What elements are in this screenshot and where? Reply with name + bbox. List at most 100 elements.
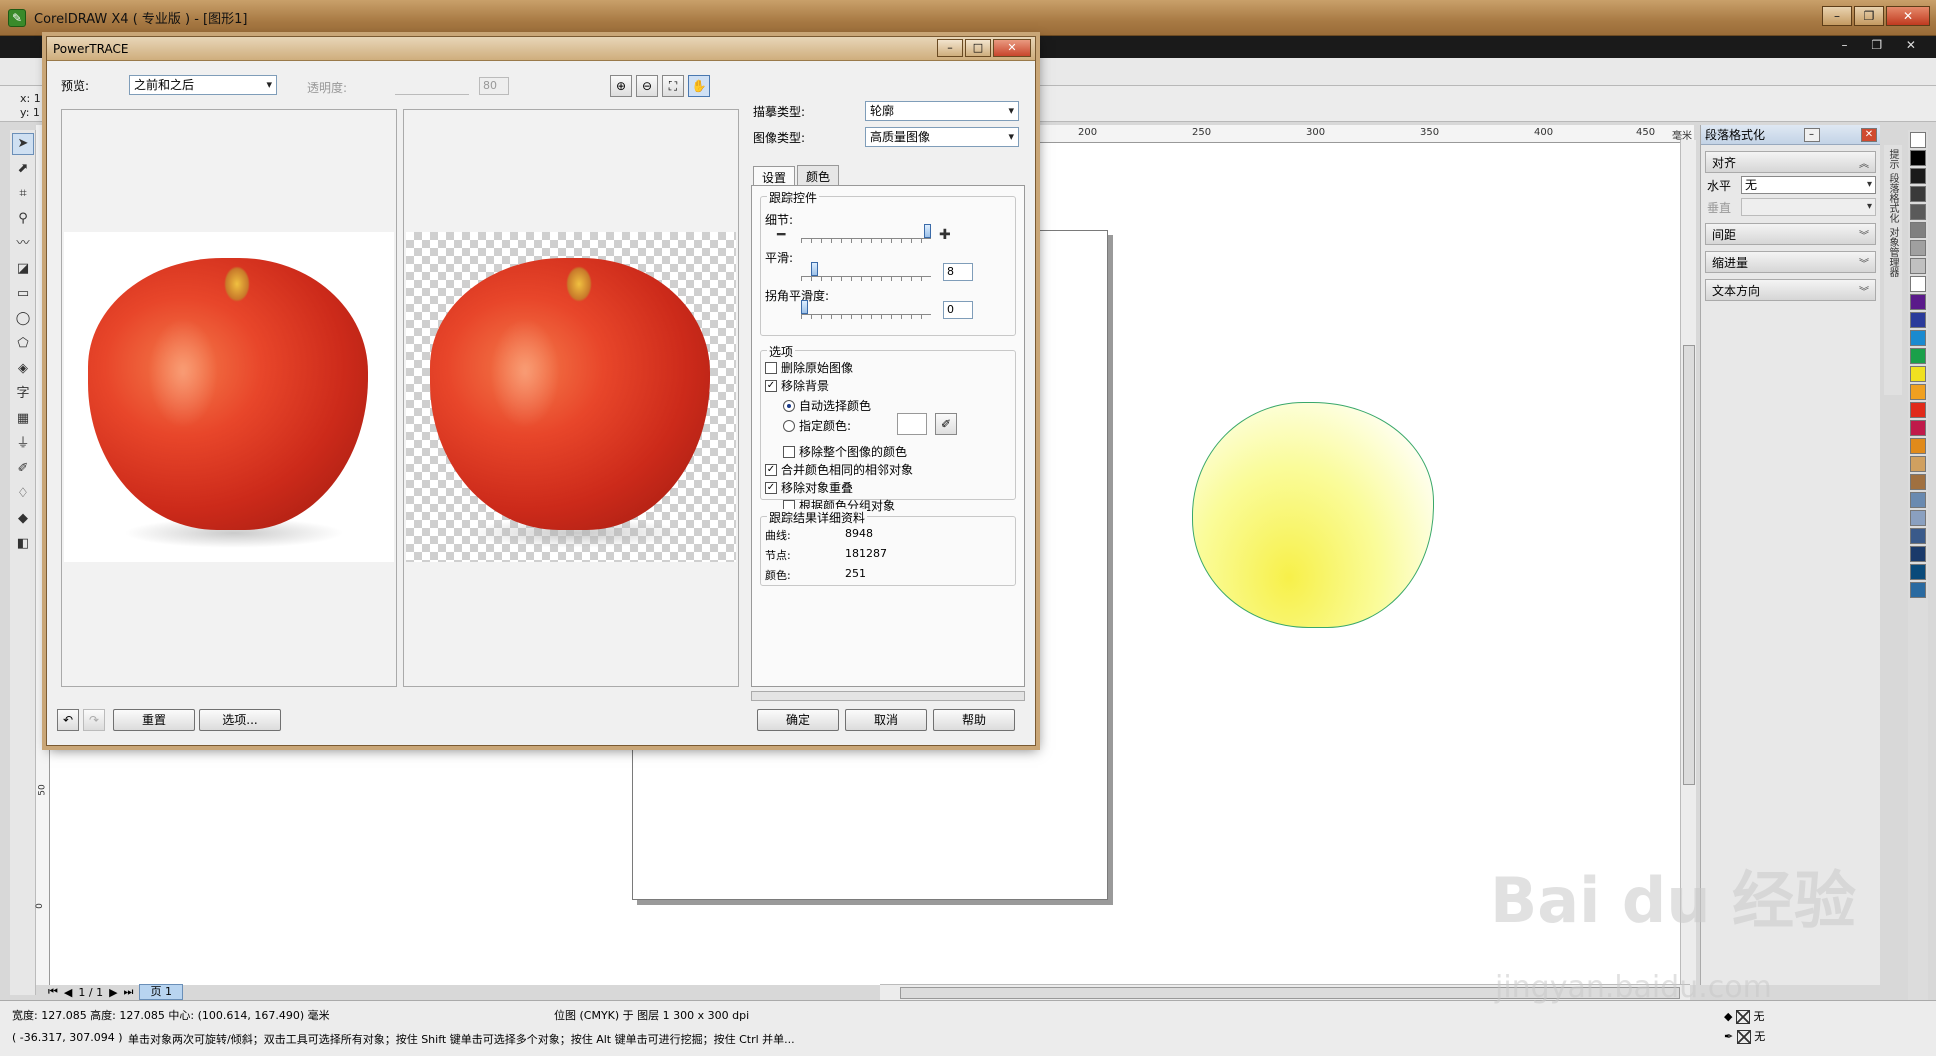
remove-background-checkbox[interactable]: ✓ 移除背景 bbox=[765, 377, 829, 394]
minimize-button[interactable]: – bbox=[1822, 6, 1852, 26]
document-window-controls[interactable]: – ❐ ✕ bbox=[1842, 38, 1926, 52]
color-swatch[interactable] bbox=[1910, 564, 1926, 580]
after-preview[interactable] bbox=[403, 109, 739, 687]
slider-knob[interactable] bbox=[801, 300, 808, 314]
color-swatch[interactable] bbox=[1910, 384, 1926, 400]
polygon-tool-icon[interactable]: ⬠ bbox=[12, 333, 34, 355]
remove-entire-color-checkbox[interactable]: 移除整个图像的颜色 bbox=[783, 443, 907, 460]
detail-slider[interactable] bbox=[801, 224, 931, 243]
crop-tool-icon[interactable]: ⌗ bbox=[12, 183, 34, 205]
pick-tool-icon[interactable]: ➤ bbox=[12, 133, 34, 155]
spacing-section[interactable]: 间距 ︾ bbox=[1705, 223, 1876, 245]
image-type-select[interactable]: 高质量图像 bbox=[865, 127, 1019, 147]
color-swatch[interactable] bbox=[1910, 294, 1926, 310]
text-direction-section[interactable]: 文本方向 ︾ bbox=[1705, 279, 1876, 301]
color-swatch[interactable] bbox=[1910, 510, 1926, 526]
indent-section[interactable]: 缩进量 ︾ bbox=[1705, 251, 1876, 273]
smoothing-input[interactable]: 8 bbox=[943, 263, 973, 281]
color-swatch[interactable] bbox=[1910, 222, 1926, 238]
color-swatch[interactable] bbox=[1910, 168, 1926, 184]
eyedropper-icon[interactable]: ✐ bbox=[935, 413, 957, 435]
decrease-detail-icon[interactable]: ━ bbox=[777, 227, 785, 243]
scroll-thumb[interactable] bbox=[1683, 345, 1695, 785]
ok-button[interactable]: 确定 bbox=[757, 709, 839, 731]
color-swatch[interactable] bbox=[1910, 582, 1926, 598]
table-tool-icon[interactable]: ▦ bbox=[12, 408, 34, 430]
delete-original-checkbox[interactable]: 删除原始图像 bbox=[765, 359, 853, 376]
no-fill-icon[interactable] bbox=[1735, 1010, 1750, 1024]
color-swatch[interactable] bbox=[1910, 204, 1926, 220]
docker-tab-object-manager[interactable]: 对象管理器 bbox=[1885, 227, 1900, 277]
color-swatch[interactable] bbox=[1910, 438, 1926, 454]
preview-select[interactable]: 之前和之后 bbox=[129, 75, 277, 95]
color-swatch[interactable] bbox=[1910, 456, 1926, 472]
interactive-fill-icon[interactable]: ◧ bbox=[12, 533, 34, 555]
zoom-out-icon[interactable]: ⊖ bbox=[636, 75, 658, 97]
color-swatch[interactable] bbox=[1910, 276, 1926, 292]
rectangle-tool-icon[interactable]: ▭ bbox=[12, 283, 34, 305]
reset-button[interactable]: 重置 bbox=[113, 709, 195, 731]
auto-color-radio[interactable]: 自动选择颜色 bbox=[783, 397, 871, 414]
corner-smoothness-slider[interactable] bbox=[801, 300, 931, 319]
remove-overlap-checkbox[interactable]: ✓ 移除对象重叠 bbox=[765, 479, 853, 496]
pan-hand-icon[interactable]: ✋ bbox=[688, 75, 710, 97]
zoom-in-icon[interactable]: ⊕ bbox=[610, 75, 632, 97]
dialog-close-button[interactable]: ✕ bbox=[993, 39, 1031, 57]
specify-color-radio[interactable]: 指定颜色: bbox=[783, 417, 851, 434]
docker-tab-hints[interactable]: 提示 bbox=[1885, 149, 1900, 169]
radio-dot[interactable] bbox=[783, 419, 795, 432]
close-button[interactable]: ✕ bbox=[1886, 6, 1930, 26]
color-swatch[interactable] bbox=[1910, 492, 1926, 508]
prev-page-icon[interactable]: ◀ bbox=[64, 986, 72, 999]
color-swatch[interactable] bbox=[1910, 258, 1926, 274]
expand-icon[interactable]: ︾ bbox=[1859, 227, 1869, 242]
shape-tool-icon[interactable]: ⬈ bbox=[12, 158, 34, 180]
merge-adjacent-checkbox[interactable]: ✓ 合并颜色相同的相邻对象 bbox=[765, 461, 913, 478]
collapse-icon[interactable]: ︽ bbox=[1859, 155, 1869, 170]
slider-knob[interactable] bbox=[810, 262, 818, 276]
checkbox-box[interactable]: ✓ bbox=[765, 379, 777, 392]
corner-smoothness-input[interactable]: 0 bbox=[943, 301, 973, 319]
freehand-tool-icon[interactable]: 〰 bbox=[12, 233, 34, 255]
color-swatch[interactable] bbox=[1910, 312, 1926, 328]
checkbox-box[interactable] bbox=[765, 361, 777, 374]
page-tab[interactable]: 页 1 bbox=[139, 984, 183, 1000]
color-swatch[interactable] bbox=[1910, 474, 1926, 490]
increase-detail-icon[interactable]: ✚ bbox=[939, 227, 951, 243]
expand-icon[interactable]: ︾ bbox=[1859, 255, 1869, 270]
interactive-tool-icon[interactable]: ⏚ bbox=[12, 433, 34, 455]
dialog-minimize-button[interactable]: – bbox=[937, 39, 963, 57]
color-swatch[interactable] bbox=[1910, 366, 1926, 382]
basic-shapes-icon[interactable]: ◈ bbox=[12, 358, 34, 380]
cancel-button[interactable]: 取消 bbox=[845, 709, 927, 731]
color-swatch[interactable] bbox=[1910, 420, 1926, 436]
next-page-icon[interactable]: ▶ bbox=[109, 986, 117, 999]
checkbox-box[interactable]: ✓ bbox=[765, 481, 777, 494]
radio-dot[interactable] bbox=[783, 399, 795, 412]
color-swatch[interactable] bbox=[1910, 546, 1926, 562]
docker-minimize-button[interactable]: – bbox=[1803, 127, 1820, 142]
undo-icon[interactable]: ↶ bbox=[57, 709, 79, 731]
expand-icon[interactable]: ︾ bbox=[1859, 283, 1869, 298]
eyedropper-tool-icon[interactable]: ✐ bbox=[12, 458, 34, 480]
color-swatch[interactable] bbox=[1910, 240, 1926, 256]
specify-color-swatch[interactable] bbox=[897, 413, 927, 435]
dialog-maximize-button[interactable]: □ bbox=[965, 39, 991, 57]
options-button[interactable]: 选项... bbox=[199, 709, 281, 731]
before-preview[interactable] bbox=[61, 109, 397, 687]
color-swatch[interactable] bbox=[1910, 528, 1926, 544]
smoothing-slider[interactable] bbox=[801, 262, 931, 281]
text-tool-icon[interactable]: 字 bbox=[12, 383, 34, 405]
docker-tab-paragraph[interactable]: 段落格式化 bbox=[1885, 173, 1900, 223]
tab-colors[interactable]: 颜色 bbox=[797, 165, 840, 187]
color-swatch[interactable] bbox=[1910, 132, 1926, 148]
outline-tool-icon[interactable]: ♢ bbox=[12, 483, 34, 505]
smart-fill-icon[interactable]: ◪ bbox=[12, 258, 34, 280]
last-page-icon[interactable]: ⏭ bbox=[124, 985, 134, 999]
slider-knob[interactable] bbox=[924, 224, 931, 238]
fill-tool-icon[interactable]: ◆ bbox=[12, 508, 34, 530]
docker-close-button[interactable]: ✕ bbox=[1860, 127, 1877, 142]
zoom-tool-icon[interactable]: ⚲ bbox=[12, 208, 34, 230]
horizontal-align-select[interactable]: 无 bbox=[1741, 176, 1876, 194]
maximize-button[interactable]: ❐ bbox=[1854, 6, 1884, 26]
